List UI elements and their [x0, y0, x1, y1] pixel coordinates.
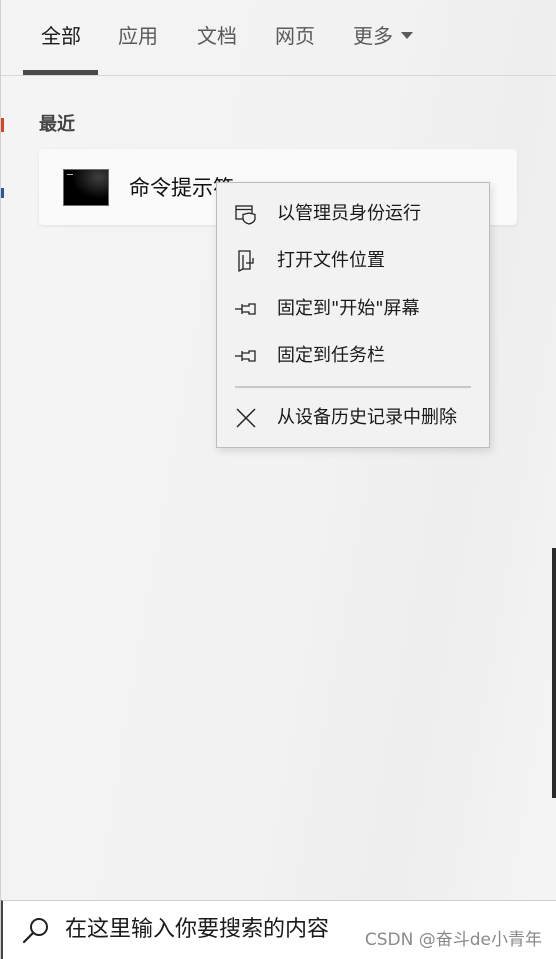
tab-more[interactable]: 更多: [353, 22, 413, 50]
tab-label: 文档: [197, 24, 237, 48]
context-menu: 以管理员身份运行 打开文件位置 固定到"开始"屏幕 固定到任务栏 从设备历史记录…: [216, 182, 490, 448]
pin-icon: [235, 350, 256, 362]
watermark: CSDN @奋斗de小青年: [364, 930, 542, 950]
shield-run-icon: [235, 205, 256, 225]
chevron-down-icon: [401, 32, 413, 39]
menu-divider: [235, 386, 471, 388]
menu-item-remove-from-history[interactable]: 从设备历史记录中删除: [217, 395, 489, 441]
tab-label: 应用: [118, 24, 158, 48]
tab-documents[interactable]: 文档: [197, 22, 237, 50]
active-tab-indicator: [23, 70, 98, 75]
tab-label: 更多: [353, 24, 393, 48]
menu-item-open-file-location[interactable]: 打开文件位置: [217, 238, 489, 284]
menu-item-label: 从设备历史记录中删除: [277, 407, 457, 428]
search-icon: [22, 918, 48, 944]
pin-icon: [235, 303, 256, 315]
tab-apps[interactable]: 应用: [118, 22, 158, 50]
close-icon: [236, 408, 256, 428]
edge-accent: [1, 188, 4, 198]
menu-item-label: 打开文件位置: [277, 250, 385, 271]
menu-item-run-as-admin[interactable]: 以管理员身份运行: [217, 191, 489, 237]
tab-all[interactable]: 全部: [41, 22, 81, 50]
section-title-recent: 最近: [39, 114, 75, 135]
tab-web[interactable]: 网页: [275, 22, 315, 50]
filter-tabs: 全部 应用 文档 网页 更多: [1, 0, 556, 76]
menu-item-label: 固定到"开始"屏幕: [277, 298, 420, 319]
search-input[interactable]: 在这里输入你要搜索的内容: [65, 915, 329, 945]
edge-accent: [1, 118, 4, 132]
menu-item-label: 以管理员身份运行: [277, 203, 421, 224]
tab-label: 全部: [41, 24, 81, 48]
file-location-icon: [238, 250, 254, 273]
search-panel: 全部 应用 文档 网页 更多 最近 命令提示符 以管理员身份运行 打开文件位置 …: [0, 0, 556, 959]
background-window-edge: [552, 548, 556, 798]
menu-item-pin-to-taskbar[interactable]: 固定到任务栏: [217, 333, 489, 379]
menu-item-label: 固定到任务栏: [277, 345, 385, 366]
tab-label: 网页: [275, 24, 315, 48]
command-prompt-icon: [63, 169, 109, 206]
menu-item-pin-to-start[interactable]: 固定到"开始"屏幕: [217, 286, 489, 332]
